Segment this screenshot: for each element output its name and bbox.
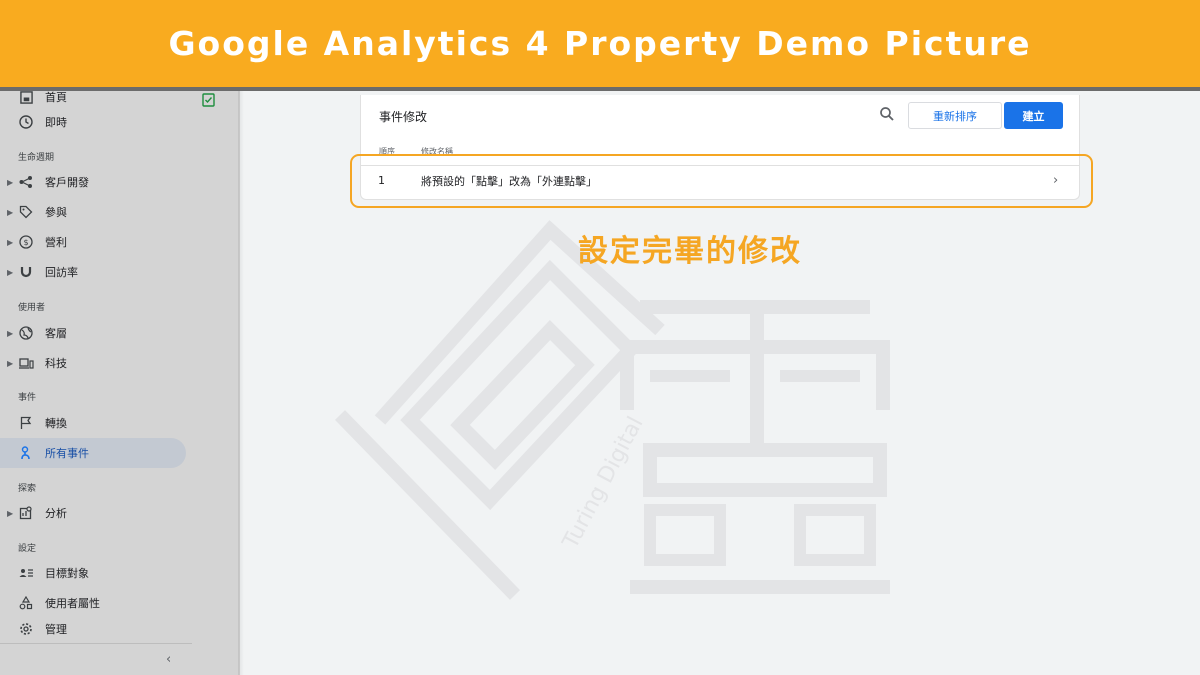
banner-title: Google Analytics 4 Property Demo Picture	[168, 24, 1032, 63]
section-label-user: 使用者	[18, 303, 46, 313]
sidebar-item-label: 首頁	[45, 91, 67, 104]
gear-icon	[18, 621, 34, 637]
sidebar-shadow	[238, 91, 244, 675]
sidebar-item-analysis[interactable]: ▶ 分析	[0, 498, 186, 528]
reorder-button[interactable]: 重新排序	[908, 102, 1002, 129]
sidebar-item-label: 管理	[45, 623, 67, 636]
sidebar-item-label: 科技	[45, 357, 67, 370]
expand-arrow-icon: ▶	[7, 237, 14, 247]
home-icon	[18, 91, 34, 105]
shapes-icon	[18, 595, 34, 611]
sidebar-item-label: 營利	[45, 236, 67, 249]
callout-text: 設定完畢的修改	[578, 234, 802, 269]
sidebar-item-engagement[interactable]: ▶ 參與	[0, 197, 186, 227]
sidebar-item-monetization[interactable]: ▶ $ 營利	[0, 227, 186, 257]
highlight-box	[350, 154, 1093, 208]
sidebar-item-label: 回訪率	[45, 266, 78, 279]
banner: Google Analytics 4 Property Demo Picture	[0, 0, 1200, 87]
sidebar-item-label: 轉換	[45, 417, 67, 430]
sidebar-item-label: 目標對象	[45, 567, 89, 580]
flag-icon	[18, 415, 34, 431]
sidebar-item-realtime[interactable]: 即時	[0, 107, 186, 137]
section-label-events: 事件	[18, 393, 37, 403]
svg-text:$: $	[23, 238, 28, 247]
devices-icon	[18, 355, 34, 371]
card-title: 事件修改	[379, 110, 428, 124]
sidebar-item-label: 所有事件	[45, 447, 89, 460]
section-label-lifecycle: 生命週期	[18, 153, 55, 163]
sidebar-item-label: 客層	[45, 327, 67, 340]
magnet-icon	[18, 264, 34, 280]
expand-arrow-icon: ▶	[7, 328, 14, 338]
analysis-icon	[18, 505, 34, 521]
section-label-configure: 設定	[18, 544, 37, 554]
watermark-logo: Turing Digital	[334, 220, 890, 600]
sidebar-item-label: 客戶開發	[45, 176, 89, 189]
sidebar-item-retention[interactable]: ▶ 回訪率	[0, 257, 186, 287]
sidebar-item-label: 參與	[45, 206, 67, 219]
sidebar: 首頁 即時 生命週期 ▶ 客戶開發 ▶ 參與 ▶ $ 營利 ▶ 回訪率 使用者	[0, 91, 240, 675]
sidebar-item-label: 即時	[45, 116, 67, 129]
expand-arrow-icon: ▶	[7, 267, 14, 277]
globe-icon	[18, 325, 34, 341]
touch-icon	[18, 445, 34, 461]
sidebar-divider	[0, 643, 192, 644]
sidebar-item-conversions[interactable]: 轉換	[0, 408, 186, 438]
tag-icon	[18, 204, 34, 220]
sidebar-item-label: 使用者屬性	[45, 597, 100, 610]
sidebar-item-all-events[interactable]: 所有事件	[0, 438, 186, 468]
dollar-icon: $	[18, 234, 34, 250]
clock-icon	[18, 114, 34, 130]
watermark-text: Turing Digital	[558, 413, 649, 554]
expand-arrow-icon: ▶	[7, 177, 14, 187]
search-icon[interactable]	[879, 106, 895, 122]
expand-arrow-icon: ▶	[7, 207, 14, 217]
audience-icon	[18, 565, 34, 581]
section-label-explore: 探索	[18, 484, 37, 494]
expand-arrow-icon: ▶	[7, 358, 14, 368]
acquisition-icon	[18, 174, 34, 190]
sidebar-item-tech[interactable]: ▶ 科技	[0, 348, 186, 378]
sidebar-item-audiences[interactable]: 目標對象	[0, 558, 186, 588]
sidebar-item-acquisition[interactable]: ▶ 客戶開發	[0, 167, 186, 197]
create-button[interactable]: 建立	[1004, 102, 1063, 129]
sidebar-item-demographics[interactable]: ▶ 客層	[0, 318, 186, 348]
sidebar-item-label: 分析	[45, 507, 67, 520]
sidebar-item-admin[interactable]: 管理	[0, 614, 186, 644]
collapse-chevron-icon[interactable]: ‹	[166, 652, 171, 667]
expand-arrow-icon: ▶	[7, 508, 14, 518]
document-check-icon[interactable]	[202, 93, 215, 107]
